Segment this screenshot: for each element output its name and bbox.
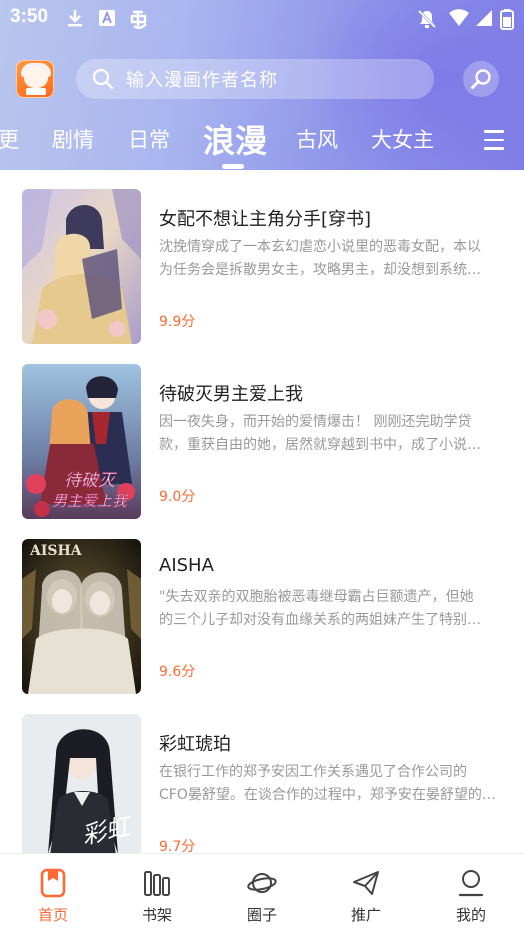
- comic-description: 在银行工作的郑予安因工作关系遇见了合作公司的 CFO晏舒望。在谈合作的过程中，郑…: [159, 764, 496, 803]
- comic-cover[interactable]: 待破灭 男主爱上我: [22, 364, 141, 519]
- comic-title[interactable]: 女配不想让主角分手[穿书]: [159, 205, 371, 231]
- header: 3:50 输入漫画作者名称 更 剧情 日常 浪漫 古风 大女主: [0, 0, 524, 170]
- battery-icon: [500, 8, 514, 34]
- search-placeholder: 输入漫画作者名称: [126, 70, 278, 91]
- list-item[interactable]: 彩虹 彩虹琥珀 在银行工作的郑予安因工作关系遇见了合作公司的 CFO晏舒望。在谈…: [0, 695, 524, 853]
- list-item[interactable]: 待破灭 男主爱上我 待破灭男主爱上我 因一夜失身，而开始的爱情爆击！ 刚刚还完助…: [0, 345, 524, 521]
- comic-score: 9.6分: [159, 664, 196, 680]
- bookshelf-icon: [144, 871, 170, 896]
- search-button[interactable]: [463, 61, 499, 97]
- tab-indicator: [222, 164, 244, 169]
- comic-title[interactable]: 待破灭男主爱上我: [159, 380, 303, 406]
- tab-ancient[interactable]: 古风: [296, 124, 338, 154]
- comic-cover[interactable]: [22, 189, 141, 344]
- comic-title[interactable]: 彩虹琥珀: [159, 730, 231, 756]
- bookmark-icon: [40, 868, 66, 898]
- nav-label: 书架: [141, 906, 172, 924]
- tab-plot[interactable]: 剧情: [52, 124, 94, 154]
- tab-heroine[interactable]: 大女主: [371, 124, 434, 154]
- nav-promote[interactable]: 推广: [331, 864, 401, 925]
- tab-romance[interactable]: 浪漫: [203, 116, 267, 162]
- category-tabs: 更 剧情 日常 浪漫 古风 大女主: [0, 112, 524, 170]
- paper-plane-icon: [353, 871, 379, 895]
- tab-daily[interactable]: 日常: [128, 124, 170, 154]
- app-logo[interactable]: [16, 60, 54, 98]
- search-icon: [471, 69, 491, 89]
- comic-score: 9.9分: [159, 314, 196, 330]
- wifi-icon: [448, 8, 470, 32]
- planet-icon: [247, 873, 277, 893]
- nav-label: 首页: [37, 906, 68, 924]
- signal-icon: [474, 8, 494, 32]
- nav-circle[interactable]: 圈子: [227, 864, 297, 925]
- status-bar: 3:50: [0, 0, 524, 38]
- bottom-nav: 首页 书架 圈子 推广 我的: [0, 853, 524, 933]
- list-item[interactable]: 女配不想让主角分手[穿书] 沈挽情穿成了一本玄幻虐恋小说里的恶毒女配，本以 为任…: [0, 170, 524, 346]
- nav-label: 圈子: [246, 906, 277, 924]
- comic-description: "失去双亲的双胞胎被恶毒继母霸占巨额遗产，但她 的三个儿子却对没有血缘关系的两姐…: [159, 589, 481, 628]
- nav-label: 推广: [350, 906, 381, 924]
- nav-mine[interactable]: 我的: [436, 864, 506, 925]
- user-icon: [458, 870, 484, 897]
- comic-score: 9.7分: [159, 839, 196, 853]
- cover-title-aisha: AISHA: [29, 543, 83, 559]
- bug-icon: [128, 8, 150, 34]
- cover-title-line2: 男主爱上我: [52, 492, 129, 510]
- a-icon: [98, 8, 116, 32]
- nav-home[interactable]: 首页: [18, 864, 88, 925]
- comic-description: 因一夜失身，而开始的爱情爆击！ 刚刚还完助学贷 款，重获自由的她，居然就穿越到书…: [159, 414, 481, 453]
- comic-title[interactable]: AISHA: [159, 555, 214, 576]
- comic-description: 沈挽情穿成了一本玄幻虐恋小说里的恶毒女配，本以 为任务会是拆散男女主，攻略男主，…: [159, 239, 481, 278]
- nav-label: 我的: [455, 906, 486, 924]
- do-not-disturb-icon: [416, 8, 438, 34]
- search-icon: [92, 68, 114, 90]
- menu-icon[interactable]: [484, 130, 506, 150]
- search-input[interactable]: 输入漫画作者名称: [76, 59, 434, 99]
- comic-list: 女配不想让主角分手[穿书] 沈挽情穿成了一本玄幻虐恋小说里的恶毒女配，本以 为任…: [0, 170, 524, 853]
- cover-title-line1: 待破灭: [64, 471, 117, 491]
- tab-partial[interactable]: 更: [0, 124, 19, 154]
- comic-score: 9.0分: [159, 489, 196, 505]
- comic-cover[interactable]: 彩虹: [22, 714, 141, 853]
- list-item[interactable]: AISHA AISHA "失去双亲的双胞胎被恶毒继母霸占巨额遗产，但她 的三个儿…: [0, 520, 524, 696]
- download-icon: [66, 8, 84, 32]
- nav-bookshelf[interactable]: 书架: [122, 864, 192, 925]
- comic-cover[interactable]: AISHA: [22, 539, 141, 694]
- status-time: 3:50: [10, 6, 49, 27]
